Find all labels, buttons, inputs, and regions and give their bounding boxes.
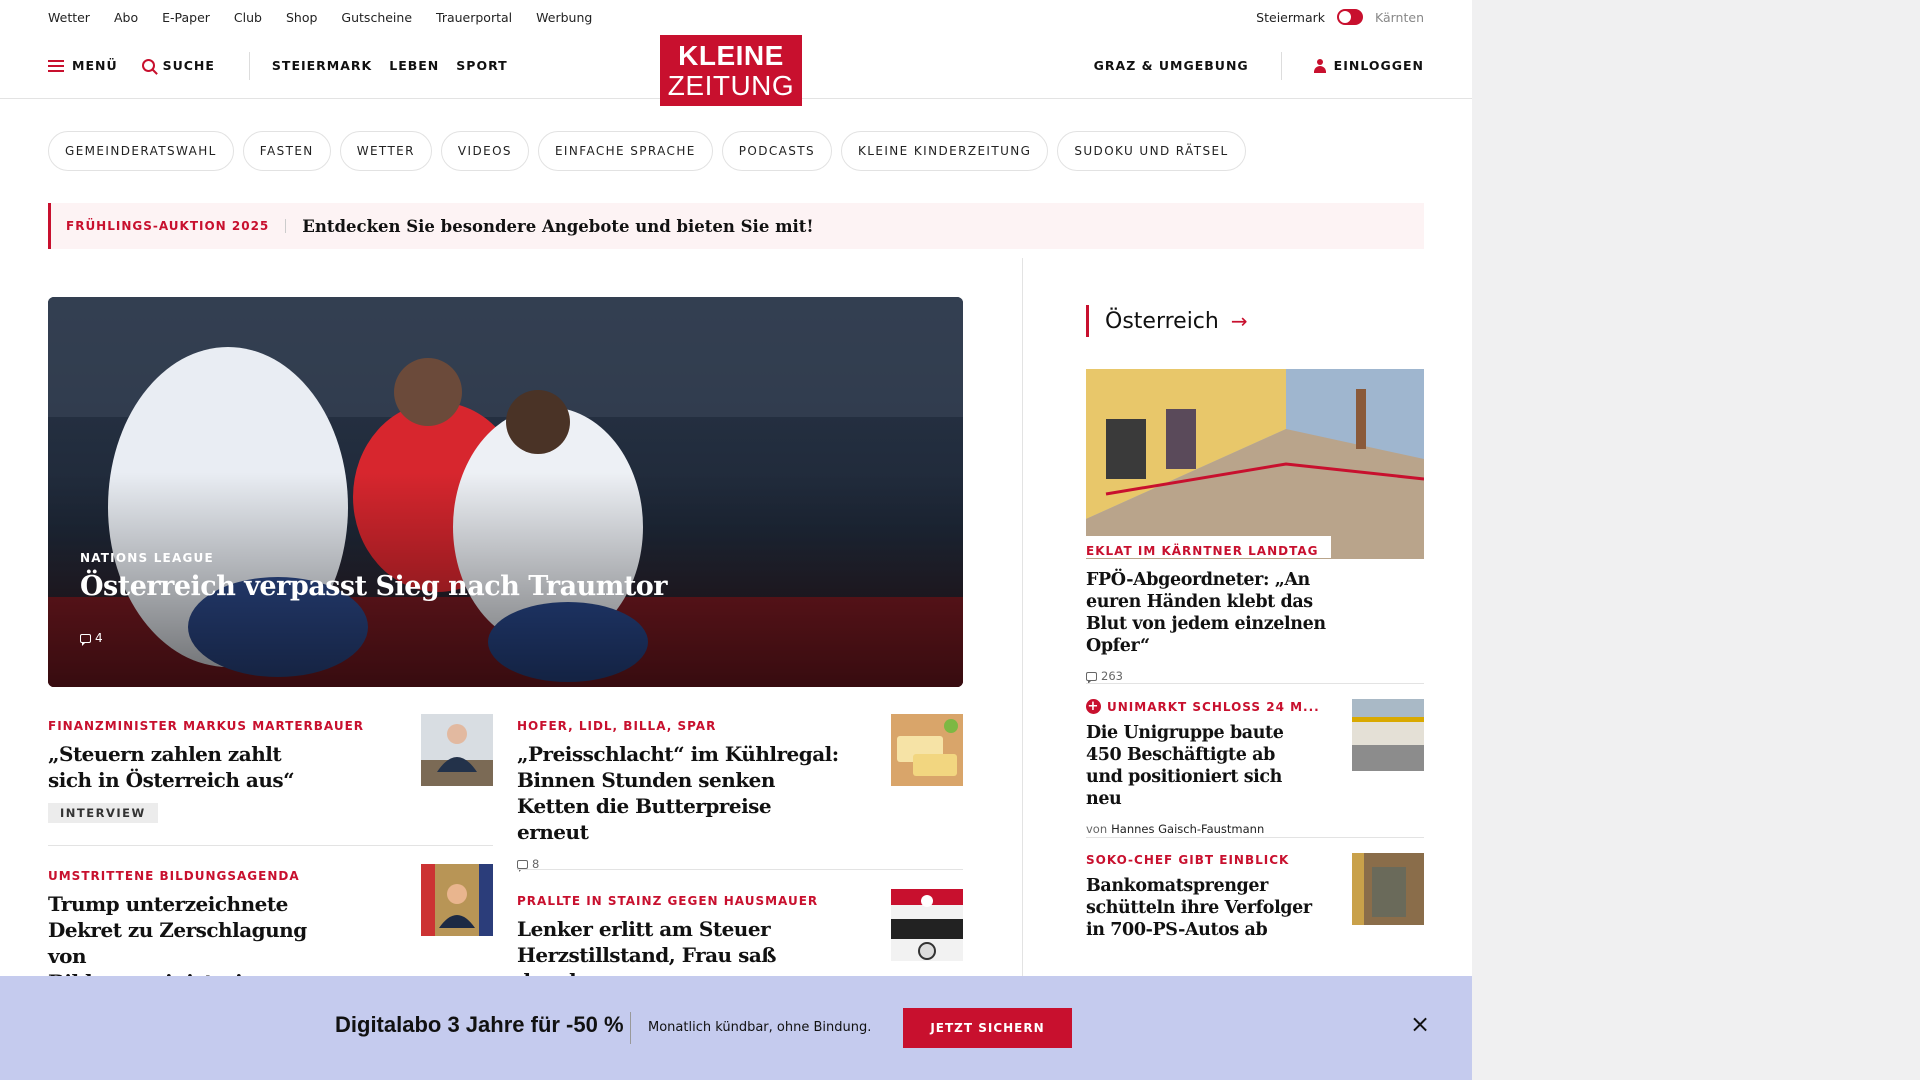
logo-line-1: KLEINE — [678, 39, 784, 71]
hero-kicker: NATIONS LEAGUE — [80, 551, 214, 565]
utility-link-wetter[interactable]: Wetter — [48, 10, 90, 25]
sidebar-kicker: UNIMARKT SCHLOSS 24 M... — [1107, 699, 1320, 714]
sidebar-thumbnail — [1352, 853, 1424, 925]
sidebar-thumbnail — [1352, 699, 1424, 771]
utility-bar: Wetter Abo E-Paper Club Shop Gutscheine … — [48, 0, 1424, 34]
sidebar-article-title: Bankomatsprenger schütteln ihre Verfolge… — [1086, 876, 1312, 940]
pill-podcasts[interactable]: PODCASTS — [721, 131, 833, 171]
region-steiermark[interactable]: Steiermark — [1256, 10, 1325, 25]
author-prefix: von — [1086, 822, 1108, 836]
utility-links: Wetter Abo E-Paper Club Shop Gutscheine … — [48, 10, 592, 25]
plus-icon: + — [1086, 699, 1101, 714]
logo-line-2: ZEITUNG — [667, 69, 795, 101]
hero-comment-count: 4 — [95, 631, 103, 645]
pill-videos[interactable]: VIDEOS — [440, 131, 529, 171]
hero-image — [48, 297, 963, 687]
header-left: MENÜ SUCHE STEIERMARK LEBEN SPORT — [48, 34, 508, 97]
section-header-oesterreich[interactable]: Österreich → — [1086, 305, 1248, 337]
hero-comments[interactable]: 4 — [80, 631, 103, 646]
header-divider — [248, 51, 250, 80]
page: Wetter Abo E-Paper Club Shop Gutscheine … — [0, 0, 1472, 1080]
subscription-banner: Digitalabo 3 Jahre für -50 % Monatlich k… — [0, 976, 1472, 1080]
hero-article[interactable]: NATIONS LEAGUE Österreich verpasst Sieg … — [48, 297, 963, 687]
nav-steiermark[interactable]: STEIERMARK — [272, 58, 372, 73]
section-title: Österreich — [1105, 308, 1219, 334]
comment-icon — [517, 859, 528, 872]
interview-badge: INTERVIEW — [48, 803, 158, 823]
banner-title: Digitalabo 3 Jahre für -50 % — [335, 1012, 624, 1037]
article-steuern[interactable]: FINANZMINISTER MARKUS MARTERBAUER „Steue… — [48, 714, 493, 823]
banner-divider — [630, 1012, 631, 1044]
article-title: „Preisschlacht“ im Kühlregal: Binnen Stu… — [517, 742, 839, 844]
utility-link-club[interactable]: Club — [234, 10, 262, 25]
pill-wetter[interactable]: WETTER — [339, 131, 432, 171]
promo-strip[interactable]: FRÜHLINGS-AUKTION 2025 Entdecken Sie bes… — [48, 203, 1424, 249]
user-icon — [1313, 58, 1326, 73]
utility-link-trauerportal[interactable]: Trauerportal — [436, 10, 512, 25]
article-title: „Steuern zahlen zahlt sich in Österreich… — [48, 742, 295, 792]
pill-fasten[interactable]: FASTEN — [242, 131, 331, 171]
author-name[interactable]: Hannes Gaisch-Faustmann — [1111, 822, 1264, 836]
search-button[interactable]: SUCHE — [141, 58, 215, 73]
header-divider-right — [1280, 51, 1282, 80]
sidebar-article-title: FPÖ-Abgeordneter: „An euren Händen klebt… — [1086, 570, 1326, 656]
column-divider — [1022, 258, 1023, 980]
comment-count: 263 — [1101, 669, 1123, 683]
sidebar-article-bankomat[interactable]: SOKO-CHEF GIBT EINBLICK Bankomatsprenger… — [1086, 853, 1424, 941]
hamburger-icon — [48, 59, 64, 72]
promo-text: Entdecken Sie besondere Angebote und bie… — [302, 216, 814, 236]
article-thumbnail — [891, 889, 963, 961]
promo-kicker: FRÜHLINGS-AUKTION 2025 — [51, 219, 287, 233]
login-button[interactable]: EINLOGGEN — [1313, 58, 1424, 73]
comment-icon — [80, 633, 91, 646]
close-icon[interactable]: × — [1410, 1012, 1430, 1036]
search-icon — [141, 59, 155, 72]
pill-kinderzeitung[interactable]: KLEINE KINDERZEITUNG — [841, 131, 1049, 171]
pill-einfache-sprache[interactable]: EINFACHE SPRACHE — [537, 131, 713, 171]
menu-button[interactable]: MENÜ — [48, 58, 118, 73]
nav-sport[interactable]: SPORT — [456, 58, 507, 73]
hero-title: Österreich verpasst Sieg nach Traumtor — [80, 571, 668, 602]
nav-leben[interactable]: LEBEN — [389, 58, 439, 73]
region-switch: Steiermark Kärnten — [1256, 9, 1424, 25]
header-right: GRAZ & UMGEBUNG EINLOGGEN — [1094, 34, 1424, 97]
main-nav: STEIERMARK LEBEN SPORT — [272, 58, 508, 73]
article-thumbnail — [891, 714, 963, 786]
utility-link-epaper[interactable]: E-Paper — [162, 10, 210, 25]
utility-link-werbung[interactable]: Werbung — [536, 10, 592, 25]
divider — [48, 845, 493, 846]
arrow-right-icon: → — [1230, 309, 1248, 333]
login-label: EINLOGGEN — [1333, 58, 1424, 73]
nav-graz-umgebung[interactable]: GRAZ & UMGEBUNG — [1094, 58, 1249, 73]
sidebar-kicker: EKLAT IM KÄRNTNER LANDTAG — [1086, 536, 1331, 558]
banner-subtitle: Monatlich kündbar, ohne Bindung. — [648, 1020, 872, 1035]
divider — [517, 869, 963, 870]
menu-label: MENÜ — [72, 58, 118, 73]
pill-gemeinderatswahl[interactable]: GEMEINDERATSWAHL — [48, 131, 234, 171]
jetzt-sichern-button[interactable]: JETZT SICHERN — [903, 1008, 1072, 1048]
search-label: SUCHE — [162, 58, 215, 73]
region-kaernten[interactable]: Kärnten — [1375, 10, 1424, 25]
sidebar-article-fpoe[interactable]: FPÖ-Abgeordneter: „An euren Händen klebt… — [1086, 569, 1424, 684]
utility-link-gutscheine[interactable]: Gutscheine — [341, 10, 412, 25]
sidebar-article-title: Die Unigruppe baute 450 Beschäftigte ab … — [1086, 723, 1284, 809]
sidebar-lead-image[interactable] — [1086, 369, 1424, 559]
article-butterpreise[interactable]: HOFER, LIDL, BILLA, SPAR „Preisschlacht“… — [517, 714, 963, 872]
region-toggle[interactable] — [1337, 9, 1363, 25]
pill-sudoku[interactable]: SUDOKU UND RÄTSEL — [1057, 131, 1246, 171]
divider — [1086, 683, 1424, 684]
kleine-zeitung-logo[interactable]: KLEINE ZEITUNG — [660, 35, 802, 106]
comment-icon — [1086, 671, 1097, 684]
divider — [1086, 837, 1424, 838]
sidebar-article-comments[interactable]: 263 — [1086, 669, 1424, 684]
article-thumbnail — [421, 714, 493, 786]
main-header: MENÜ SUCHE STEIERMARK LEBEN SPORT KLEINE… — [0, 34, 1472, 106]
article-thumbnail — [421, 864, 493, 936]
utility-link-shop[interactable]: Shop — [286, 10, 317, 25]
utility-link-abo[interactable]: Abo — [114, 10, 138, 25]
author-line: von Hannes Gaisch-Faustmann — [1086, 822, 1424, 836]
sidebar-article-unimarkt[interactable]: + UNIMARKT SCHLOSS 24 M... Die Unigruppe… — [1086, 699, 1424, 836]
topic-pills: GEMEINDERATSWAHL FASTEN WETTER VIDEOS EI… — [48, 131, 1246, 171]
